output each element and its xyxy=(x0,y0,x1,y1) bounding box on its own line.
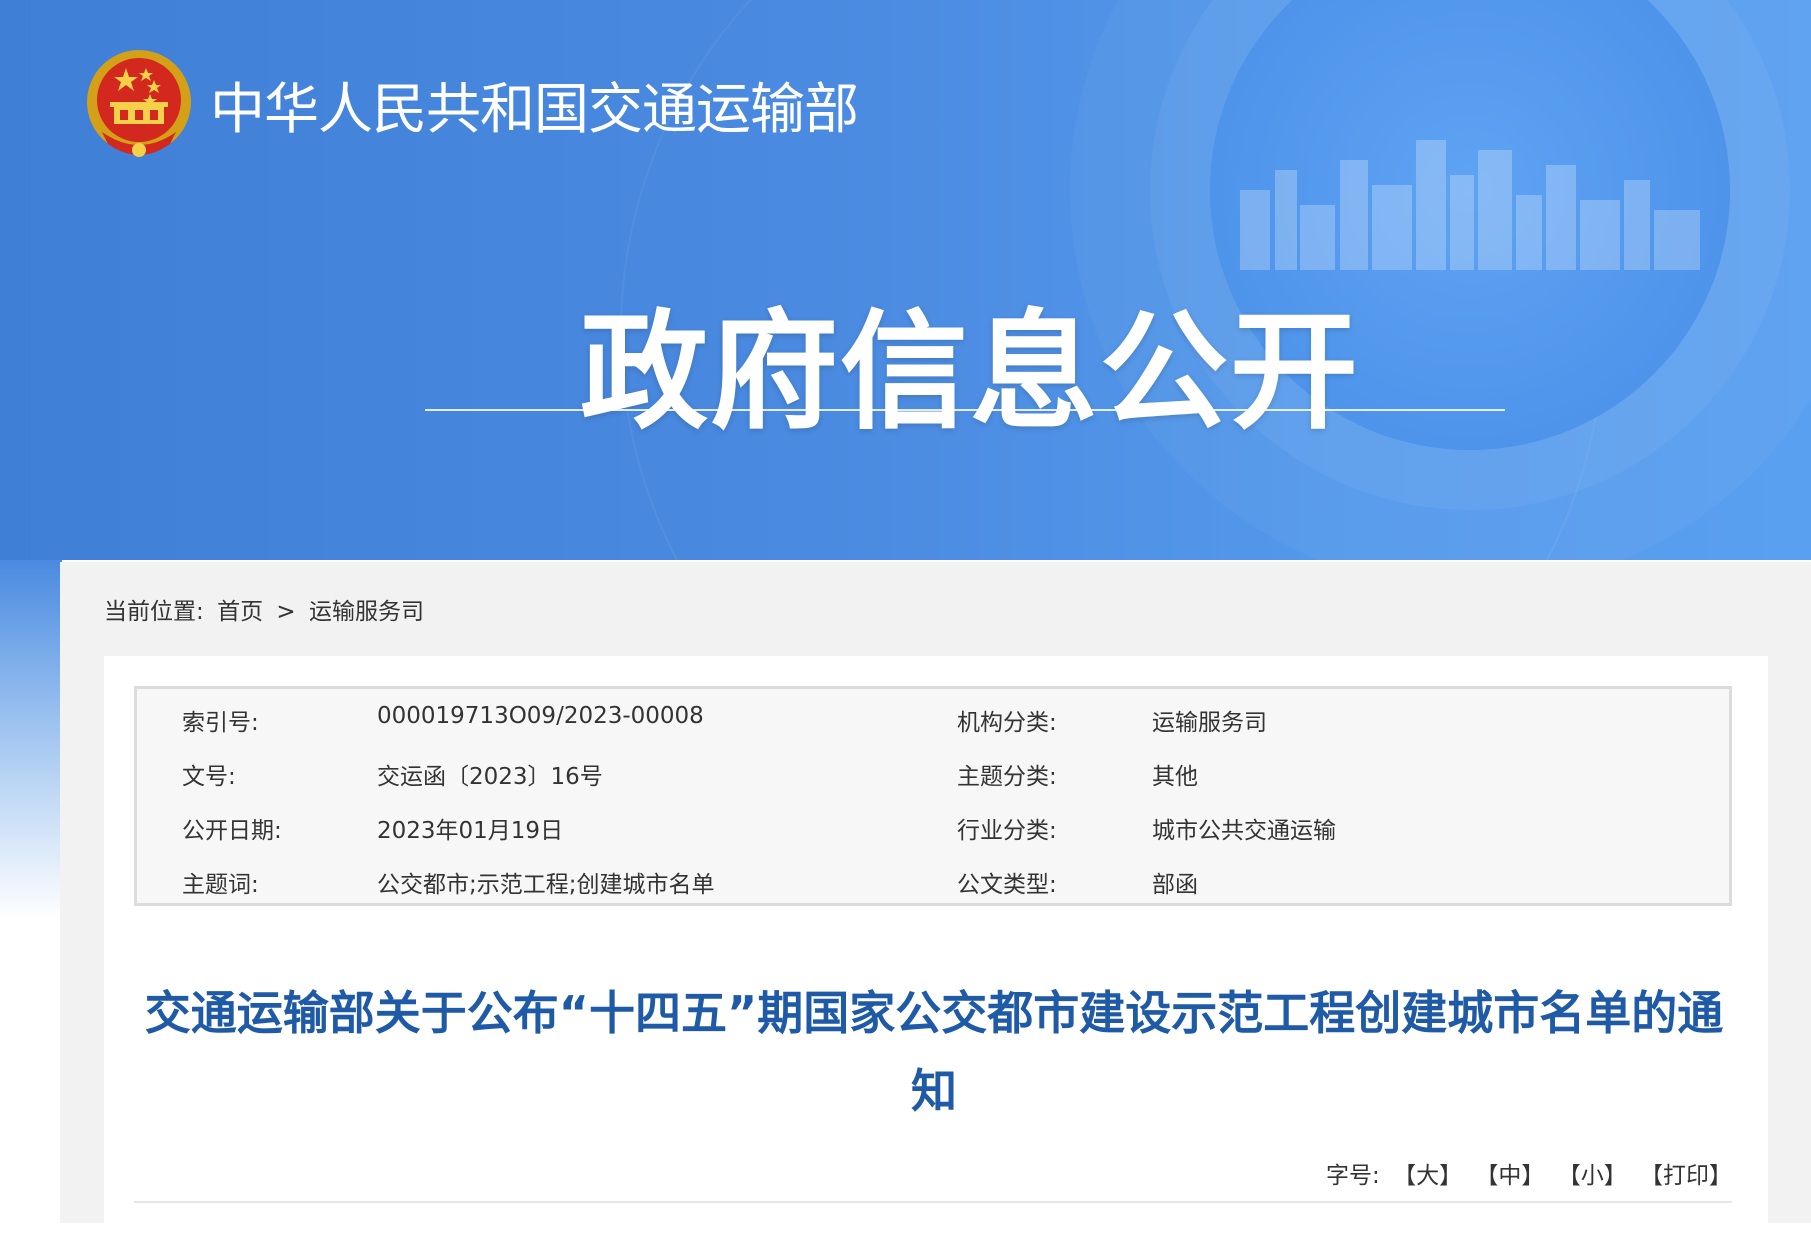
print-button[interactable]: 【打印】 xyxy=(1640,1163,1732,1189)
breadcrumb-current-link[interactable]: 运输服务司 xyxy=(309,599,424,625)
side-gradient xyxy=(0,560,62,920)
content-divider xyxy=(134,1201,1732,1203)
ministry-name: 中华人民共和国交通运输部 xyxy=(210,77,859,141)
metadata-table: 索引号: 000019713O09/2023-00008 机构分类: 运输服务司… xyxy=(134,686,1732,906)
content-area: 索引号: 000019713O09/2023-00008 机构分类: 运输服务司… xyxy=(104,656,1768,1236)
metadata-label: 文号: xyxy=(182,764,236,790)
metadata-label: 公开日期: xyxy=(182,818,282,844)
metadata-row: 文号: 交运函〔2023〕16号 主题分类: 其他 xyxy=(137,743,1729,798)
font-size-medium-button[interactable]: 【中】 xyxy=(1475,1163,1544,1189)
breadcrumb-home-link[interactable]: 首页 xyxy=(217,599,263,625)
font-size-label: 字号: xyxy=(1326,1163,1380,1189)
metadata-value: 运输服务司 xyxy=(1152,710,1267,736)
national-emblem-icon xyxy=(87,50,191,157)
document-title: 交通运输部关于公布“十四五”期国家公交都市建设示范工程创建城市名单的通知 xyxy=(144,986,1724,1118)
breadcrumb-separator: > xyxy=(276,599,296,625)
metadata-value: 其他 xyxy=(1152,764,1198,790)
metadata-label: 索引号: xyxy=(182,710,259,736)
metadata-row: 索引号: 000019713O09/2023-00008 机构分类: 运输服务司 xyxy=(137,689,1729,744)
metadata-label: 公文类型: xyxy=(957,872,1057,898)
main-panel: 当前位置: 首页 > 运输服务司 索引号: 000019713O09/2023-… xyxy=(60,562,1811,1236)
metadata-value: 2023年01月19日 xyxy=(377,818,564,844)
font-size-controls: 字号: 【大】 【中】 【小】 【打印】 xyxy=(1320,1156,1732,1190)
metadata-value: 公交都市;示范工程;创建城市名单 xyxy=(377,872,715,898)
metadata-value: 部函 xyxy=(1152,872,1198,898)
metadata-value: 000019713O09/2023-00008 xyxy=(377,703,704,729)
metadata-value: 城市公共交通运输 xyxy=(1152,818,1336,844)
banner-divider xyxy=(425,409,1505,411)
breadcrumb-label: 当前位置: xyxy=(104,599,204,625)
metadata-label: 主题词: xyxy=(182,872,259,898)
metadata-row: 主题词: 公交都市;示范工程;创建城市名单 公文类型: 部函 xyxy=(137,851,1729,906)
metadata-label: 行业分类: xyxy=(957,818,1057,844)
font-size-small-button[interactable]: 【小】 xyxy=(1558,1163,1627,1189)
city-skyline-icon xyxy=(1240,140,1700,270)
metadata-label: 机构分类: xyxy=(957,710,1057,736)
metadata-label: 主题分类: xyxy=(957,764,1057,790)
metadata-row: 公开日期: 2023年01月19日 行业分类: 城市公共交通运输 xyxy=(137,797,1729,852)
site-header: 中华人民共和国交通运输部 政府信息公开 xyxy=(0,0,1811,560)
banner-title: 政府信息公开 xyxy=(580,298,1361,447)
breadcrumb: 当前位置: 首页 > 运输服务司 xyxy=(104,592,430,626)
metadata-value: 交运函〔2023〕16号 xyxy=(377,764,603,790)
font-size-large-button[interactable]: 【大】 xyxy=(1393,1163,1462,1189)
